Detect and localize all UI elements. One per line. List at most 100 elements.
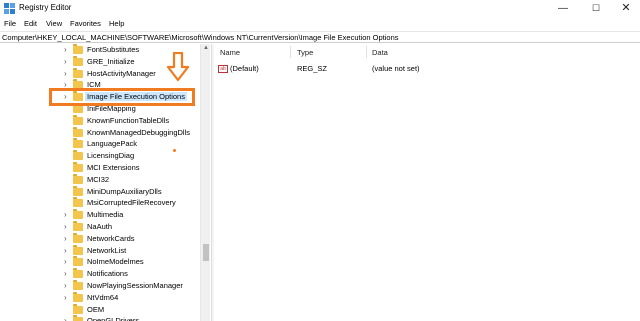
maximize-button[interactable]: ☐	[582, 0, 610, 17]
values-list[interactable]: Name Type Data ab (Default) REG_SZ (valu…	[214, 44, 640, 321]
menu-bar: File Edit View Favorites Help	[0, 17, 640, 30]
tree-item[interactable]: › NowPlayingSessionManager	[0, 280, 200, 292]
tree-item[interactable]: OEM	[0, 303, 200, 316]
chevron-right-icon[interactable]: ›	[64, 234, 67, 243]
column-header-data[interactable]: Data	[372, 48, 388, 57]
tree-item[interactable]: LicensingDiag	[0, 150, 200, 162]
chevron-right-icon[interactable]: ›	[64, 45, 67, 54]
folder-icon	[73, 173, 83, 184]
folder-icon	[73, 126, 83, 137]
tree-item[interactable]: › NoImeModelmes	[0, 256, 200, 268]
tree-item-label: NaAuth	[87, 222, 113, 231]
folder-icon	[73, 268, 83, 279]
menu-favorites[interactable]: Favorites	[70, 19, 101, 28]
column-divider[interactable]	[290, 46, 291, 58]
tree-item-label: HostActivityManager	[87, 68, 156, 78]
annotation-dot	[173, 149, 176, 152]
folder-icon	[73, 67, 83, 78]
value-data: (value not set)	[372, 64, 420, 73]
folder-icon	[73, 256, 83, 267]
tree-item[interactable]: › NetworkList	[0, 244, 200, 257]
column-header-name[interactable]: Name	[220, 48, 240, 57]
scroll-thumb[interactable]	[203, 244, 209, 261]
tree-item-label: MCI Extensions	[87, 163, 140, 172]
tree-item-label: KnownManagedDebuggingDlls	[87, 127, 190, 137]
tree-item-label: NowPlayingSessionManager	[87, 281, 183, 290]
tree-item[interactable]: MiniDumpAuxiliaryDlls	[0, 185, 200, 198]
chevron-right-icon[interactable]: ›	[64, 257, 67, 266]
address-path[interactable]: Computer\HKEY_LOCAL_MACHINE\SOFTWARE\Mic…	[2, 33, 399, 42]
minimize-button[interactable]: —	[549, 0, 577, 17]
menu-file[interactable]: File	[4, 19, 16, 28]
value-name: (Default)	[230, 64, 259, 73]
tree-item[interactable]: › NaAuth	[0, 221, 200, 233]
tree-item[interactable]: LanguagePack	[0, 138, 200, 150]
key-tree[interactable]: › FontSubstitutes › GRE_Initialize › HostActi…	[0, 44, 212, 321]
tree-item-label: NoImeModelmes	[87, 257, 144, 267]
value-type: REG_SZ	[297, 64, 328, 73]
folder-icon	[73, 221, 83, 231]
value-row[interactable]: ab (Default) REG_SZ (value not set)	[214, 63, 640, 75]
menu-view[interactable]: View	[46, 19, 62, 28]
column-divider[interactable]	[366, 46, 367, 58]
tree-item[interactable]: › NtVdm64	[0, 291, 200, 304]
folder-icon	[73, 138, 83, 149]
tree-item[interactable]: › Notifications	[0, 268, 200, 280]
tree-item-label: MsiCorruptedFileRecovery	[87, 198, 176, 208]
folder-icon	[73, 244, 83, 255]
tree-item-label: NetworkCards	[87, 233, 135, 243]
tree-item-label: GRE_Initialize	[87, 56, 135, 66]
folder-icon	[73, 114, 83, 125]
tree-item-label: NetworkList	[87, 245, 127, 255]
tree-item-label: FontSubstitutes	[87, 45, 140, 54]
chevron-right-icon[interactable]: ›	[64, 269, 67, 278]
chevron-right-icon[interactable]: ›	[64, 210, 67, 219]
tree-scrollbar[interactable]: ▲	[200, 44, 210, 321]
scroll-up-arrow-icon[interactable]: ▲	[201, 44, 211, 53]
highlight-box	[49, 88, 195, 106]
tree-item-label: KnownFunctionTableDlls	[87, 115, 170, 125]
string-value-icon: ab	[218, 65, 228, 73]
tree-item[interactable]: › Multimedia	[0, 209, 200, 221]
folder-icon	[73, 209, 83, 220]
chevron-right-icon[interactable]: ›	[64, 57, 67, 66]
folder-icon	[73, 315, 83, 321]
chevron-right-icon[interactable]: ›	[64, 281, 67, 290]
folder-icon	[73, 197, 83, 208]
folder-icon	[73, 55, 83, 66]
tree-item-label: MCI32	[87, 174, 110, 184]
folder-icon	[73, 280, 83, 290]
tree-item-label: NtVdm64	[87, 292, 119, 302]
down-arrow-icon	[167, 52, 189, 82]
column-header-type[interactable]: Type	[297, 48, 313, 57]
address-bar[interactable]: Computer\HKEY_LOCAL_MACHINE\SOFTWARE\Mic…	[0, 31, 640, 43]
folder-icon	[73, 303, 83, 314]
tree-item[interactable]: MCI Extensions	[0, 162, 200, 174]
folder-icon	[73, 150, 83, 161]
menu-edit[interactable]: Edit	[24, 19, 37, 28]
tree-item[interactable]: KnownManagedDebuggingDlls	[0, 126, 200, 139]
folder-icon	[73, 291, 83, 302]
close-button[interactable]: ✕	[612, 0, 640, 17]
tree-item[interactable]: MCI32	[0, 173, 200, 186]
chevron-right-icon[interactable]: ›	[64, 69, 67, 78]
chevron-right-icon[interactable]: ›	[64, 222, 67, 231]
tree-item-label: Notifications	[87, 269, 128, 279]
tree-item-label: MiniDumpAuxiliaryDlls	[87, 186, 162, 196]
chevron-right-icon[interactable]: ›	[64, 293, 67, 302]
tree-item-label: LanguagePack	[87, 139, 138, 149]
tree-item[interactable]: › OpenGLDrivers	[0, 315, 200, 321]
menu-help[interactable]: Help	[109, 19, 124, 28]
tree-item[interactable]: KnownFunctionTableDlls	[0, 114, 200, 127]
tree-item-label: OpenGLDrivers	[87, 316, 140, 321]
tree-item-label: OEM	[87, 304, 105, 314]
window-title: Registry Editor	[19, 3, 72, 12]
folder-icon	[73, 232, 83, 243]
title-bar: Registry Editor — ☐ ✕	[0, 0, 640, 17]
registry-editor-icon	[4, 3, 15, 14]
tree-item[interactable]: › NetworkCards	[0, 232, 200, 245]
chevron-right-icon[interactable]: ›	[64, 316, 67, 321]
folder-icon	[73, 185, 83, 196]
chevron-right-icon[interactable]: ›	[64, 246, 67, 255]
tree-item[interactable]: MsiCorruptedFileRecovery	[0, 197, 200, 209]
